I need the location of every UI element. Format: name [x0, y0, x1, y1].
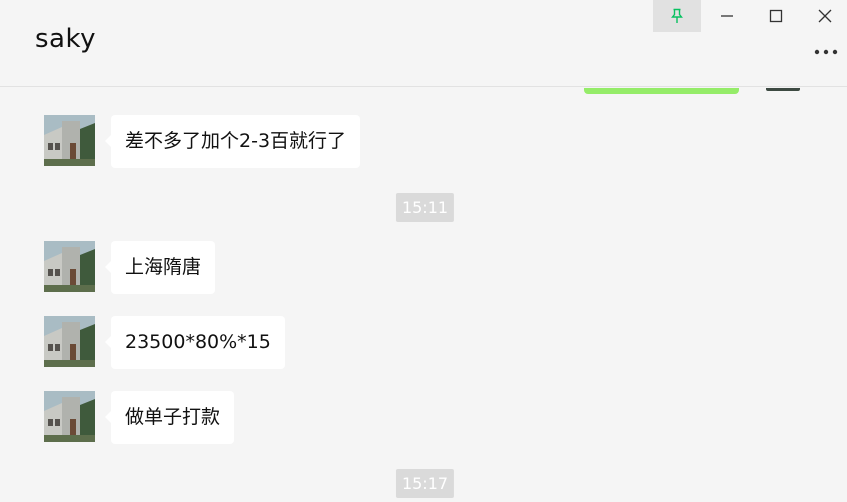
message-bubble[interactable]: 差不多了加个2-3百就行了 [104, 115, 361, 168]
message-row: 23500*80%*15 [44, 316, 285, 369]
close-icon [818, 9, 832, 23]
contact-avatar[interactable] [44, 316, 95, 367]
timestamp: 15:17 [395, 469, 455, 498]
sent-message-bubble-partial[interactable] [584, 88, 739, 94]
message-row: 做单子打款 [44, 391, 235, 444]
contact-avatar[interactable] [44, 391, 95, 442]
pin-icon [671, 8, 683, 23]
contact-avatar[interactable] [44, 241, 95, 292]
chat-area[interactable]: 差不多了加个2-3百就行了 15:11 上海隋唐 23500*80%*15 做单… [0, 88, 847, 502]
more-options-button[interactable] [810, 42, 842, 62]
timestamp: 15:11 [395, 193, 455, 222]
message-row: 差不多了加个2-3百就行了 [44, 115, 361, 168]
maximize-icon [769, 9, 783, 23]
minimize-button[interactable] [703, 0, 751, 32]
chat-title: saky [35, 24, 96, 54]
contact-avatar[interactable] [44, 115, 95, 166]
message-row: 上海隋唐 [44, 241, 216, 294]
pin-button[interactable] [653, 0, 701, 32]
minimize-icon [721, 15, 733, 17]
close-button[interactable] [801, 0, 847, 32]
own-avatar-partial[interactable] [766, 88, 800, 91]
title-bar: saky [0, 0, 847, 87]
message-bubble[interactable]: 上海隋唐 [104, 241, 216, 294]
message-bubble[interactable]: 23500*80%*15 [105, 316, 285, 369]
more-icon [814, 49, 838, 55]
maximize-button[interactable] [752, 0, 800, 32]
message-bubble[interactable]: 做单子打款 [104, 391, 235, 444]
